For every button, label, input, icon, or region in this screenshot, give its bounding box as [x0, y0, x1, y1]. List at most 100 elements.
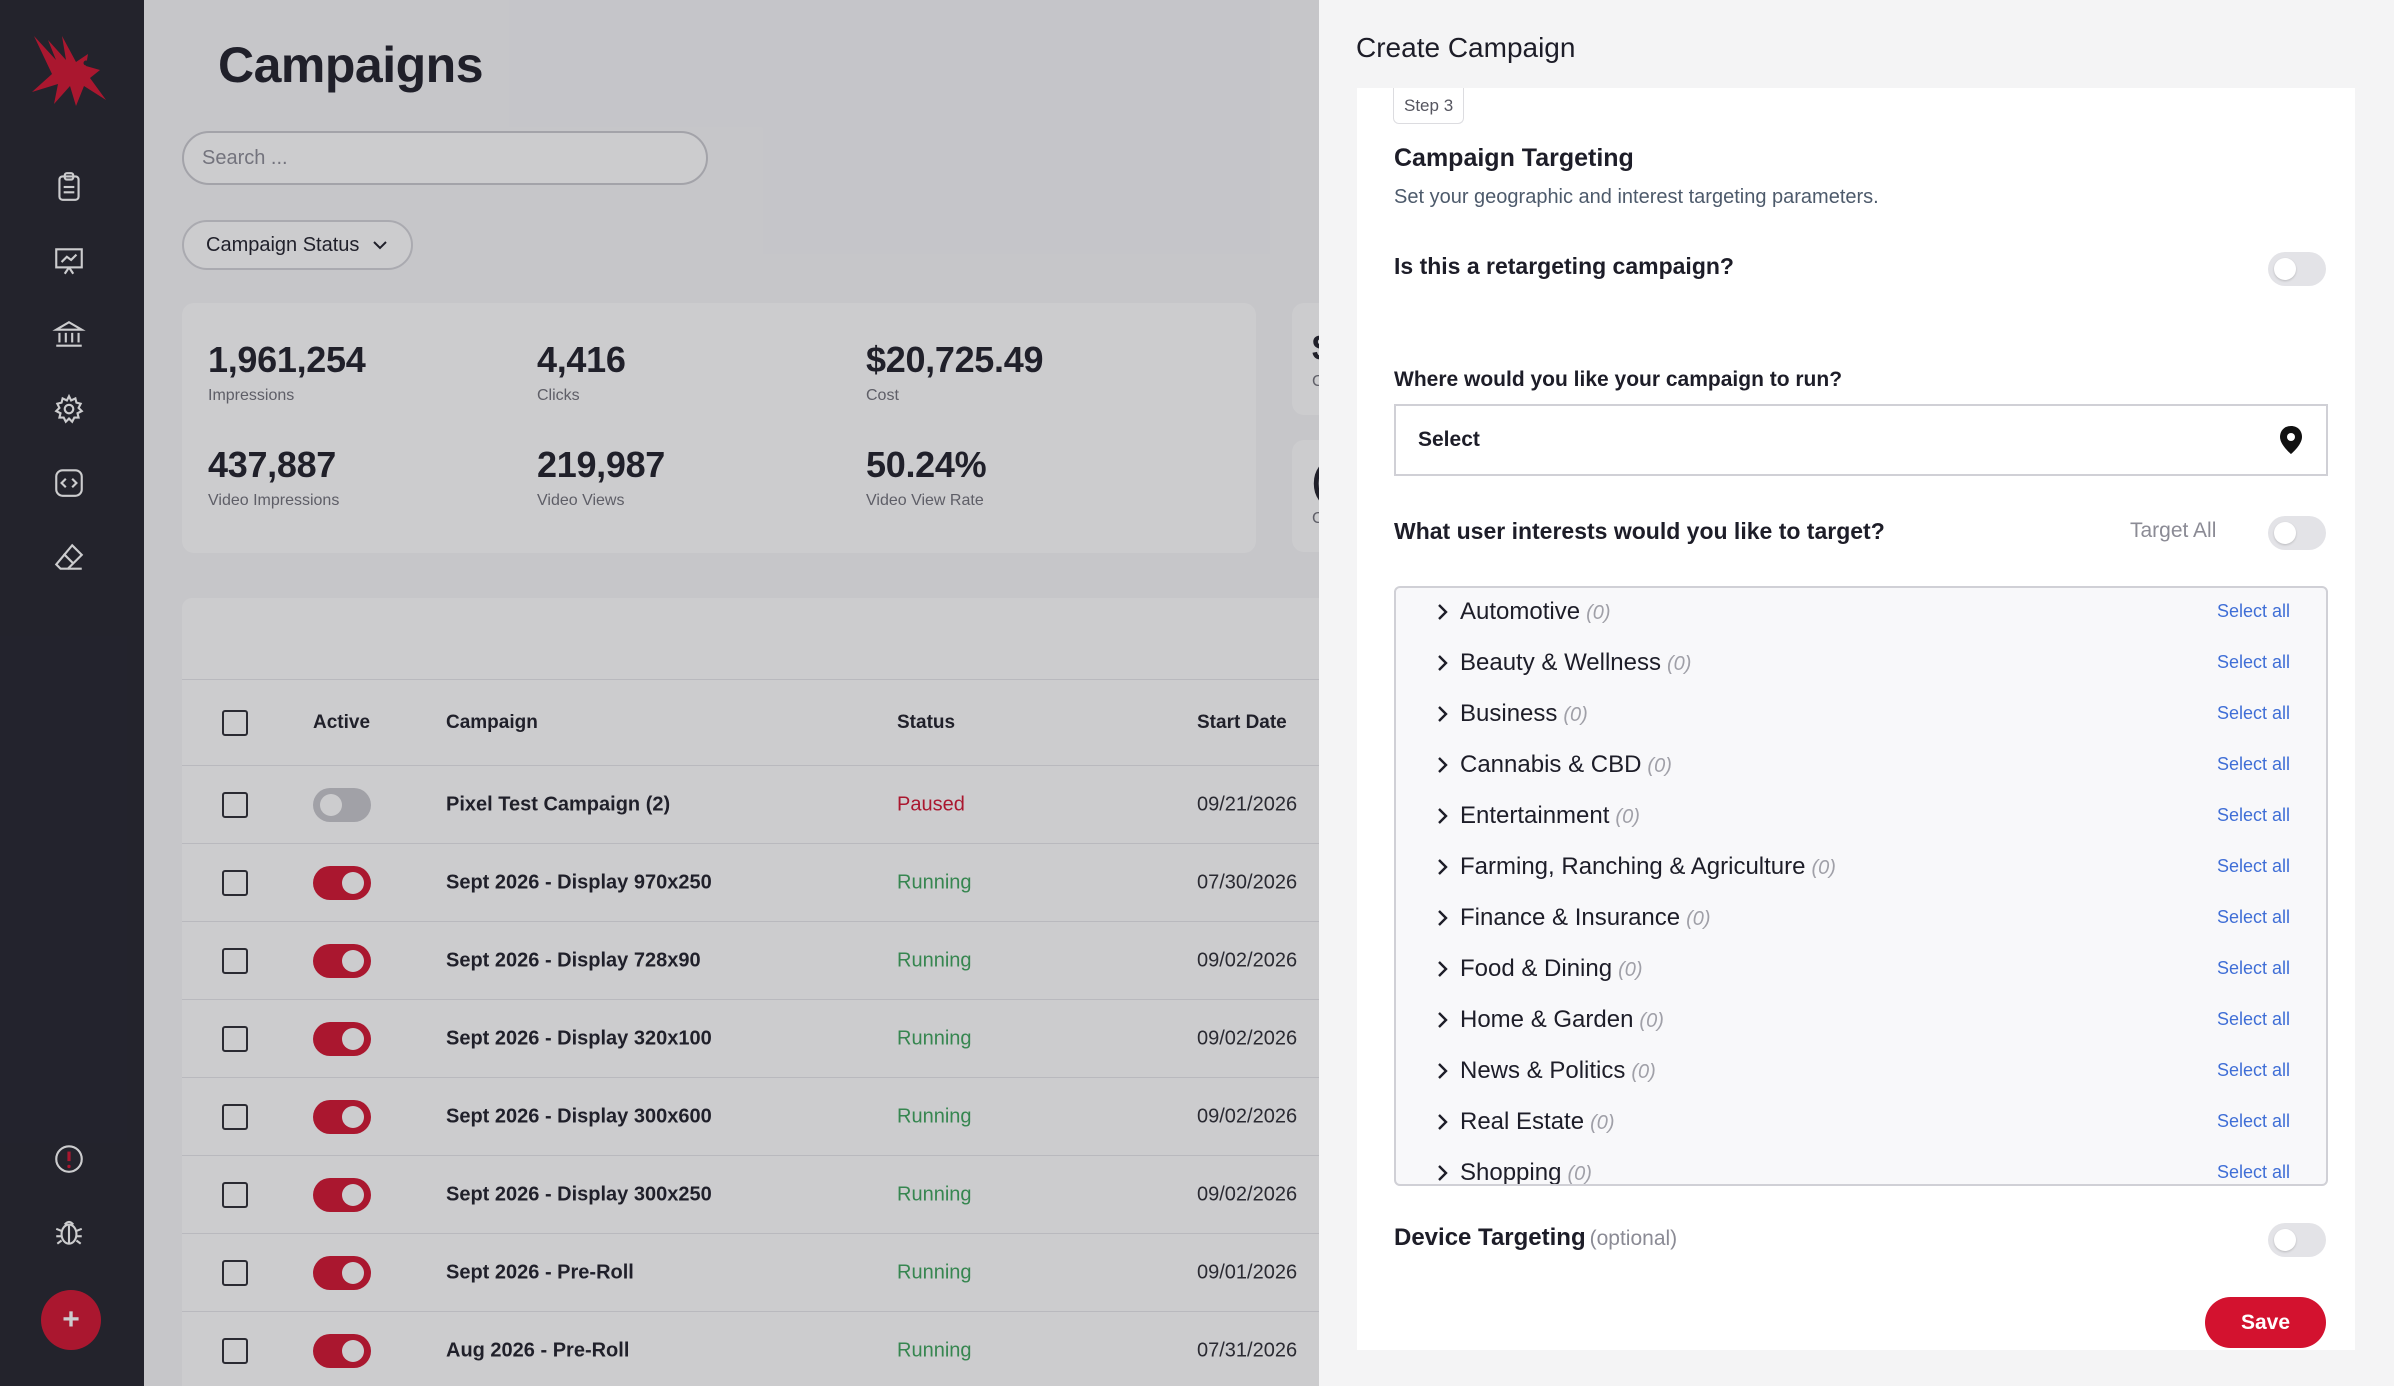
start-date: 09/02/2026 [1197, 949, 1298, 971]
campaign-name[interactable]: Sept 2026 - Display 970x250 [446, 871, 712, 894]
sidebar-item-clipboard[interactable] [50, 168, 88, 206]
chevron-right-icon[interactable] [1434, 857, 1450, 877]
search-input[interactable] [182, 131, 708, 185]
device-targeting-toggle[interactable] [2268, 1223, 2326, 1257]
active-toggle[interactable] [313, 943, 371, 978]
row-checkbox[interactable] [222, 947, 248, 974]
sidebar-item-billing[interactable] [50, 316, 88, 354]
active-toggle[interactable] [313, 1177, 371, 1212]
select-all-link[interactable]: Select all [2217, 703, 2290, 724]
drawer-title: Create Campaign [1356, 32, 1576, 63]
table-row[interactable]: Sept 2026 - Pre-Roll Running 09/01/2026 [182, 1234, 1319, 1312]
table-row[interactable]: Sept 2026 - Display 320x100 Running 09/02/… [182, 1000, 1319, 1078]
select-all-link[interactable]: Select all [2217, 601, 2290, 622]
chevron-right-icon[interactable] [1434, 1061, 1450, 1081]
table-row[interactable]: Sept 2026 - Display 970x250 Running 07/30/… [182, 844, 1319, 922]
select-all-link[interactable]: Select all [2217, 907, 2290, 928]
select-all-link[interactable]: Select all [2217, 856, 2290, 877]
retargeting-toggle[interactable] [2268, 252, 2326, 286]
select-all-link[interactable]: Select all [2217, 1060, 2290, 1081]
active-toggle[interactable] [313, 1021, 371, 1056]
interest-category[interactable]: Business (0) Select all [1396, 688, 2326, 739]
select-all-link[interactable]: Select all [2217, 1162, 2290, 1183]
interest-category[interactable]: Finance & Insurance (0) Select all [1396, 892, 2326, 943]
interest-category[interactable]: Cannabis & CBD (0) Select all [1396, 739, 2326, 790]
chevron-right-icon[interactable] [1434, 1112, 1450, 1132]
status-text: Running [897, 1339, 972, 1361]
column-header-active[interactable]: Active [313, 712, 370, 734]
select-all-link[interactable]: Select all [2217, 1111, 2290, 1132]
active-toggle[interactable] [313, 1255, 371, 1290]
active-toggle[interactable] [313, 1099, 371, 1134]
start-date: 07/31/2026 [1197, 1339, 1298, 1361]
campaign-name[interactable]: Aug 2026 - Pre-Roll [446, 1339, 629, 1362]
interest-category[interactable]: Real Estate (0) Select all [1396, 1096, 2326, 1147]
column-header-status[interactable]: Status [897, 712, 955, 734]
sidebar-item-bug-report[interactable] [50, 1213, 88, 1251]
interest-category[interactable]: Food & Dining (0) Select all [1396, 943, 2326, 994]
start-date: 07/30/2026 [1197, 871, 1298, 893]
campaign-name[interactable]: Pixel Test Campaign (2) [446, 793, 670, 816]
campaign-name[interactable]: Sept 2026 - Display 320x100 [446, 1027, 712, 1050]
row-checkbox[interactable] [222, 1259, 248, 1286]
target-all-toggle[interactable] [2268, 516, 2326, 550]
campaign-name[interactable]: Sept 2026 - Display 728x90 [446, 949, 701, 972]
chevron-right-icon[interactable] [1434, 602, 1450, 622]
row-checkbox[interactable] [222, 1181, 248, 1208]
create-button[interactable]: + [41, 1290, 101, 1350]
brand-logo[interactable] [26, 30, 112, 116]
sidebar-item-alerts[interactable] [50, 1140, 88, 1178]
chevron-right-icon[interactable] [1434, 959, 1450, 979]
retargeting-question: Is this a retargeting campaign? [1394, 253, 1734, 279]
chevron-right-icon[interactable] [1434, 1010, 1450, 1030]
row-checkbox[interactable] [222, 869, 248, 896]
save-button[interactable]: Save [2205, 1297, 2326, 1348]
select-all-checkbox[interactable] [222, 709, 248, 736]
chevron-right-icon[interactable] [1434, 755, 1450, 775]
interest-category[interactable]: News & Politics (0) Select all [1396, 1045, 2326, 1096]
interest-category[interactable]: Beauty & Wellness (0) Select all [1396, 637, 2326, 688]
select-all-link[interactable]: Select all [2217, 958, 2290, 979]
interest-category[interactable]: Shopping (0) Select all [1396, 1147, 2326, 1184]
active-toggle[interactable] [313, 1333, 371, 1368]
campaign-status-filter[interactable]: Campaign Status [182, 220, 414, 270]
column-header-start-date[interactable]: Start Date [1197, 712, 1287, 734]
active-toggle[interactable] [313, 865, 371, 900]
chevron-right-icon[interactable] [1434, 704, 1450, 724]
interest-category[interactable]: Home & Garden (0) Select all [1396, 994, 2326, 1045]
interest-category[interactable]: Automotive (0) Select all [1396, 588, 2326, 637]
sidebar-item-eraser[interactable] [50, 538, 88, 576]
campaign-name[interactable]: Sept 2026 - Display 300x250 [446, 1183, 712, 1206]
campaign-name[interactable]: Sept 2026 - Pre-Roll [446, 1261, 634, 1284]
select-all-link[interactable]: Select all [2217, 805, 2290, 826]
chevron-right-icon[interactable] [1434, 908, 1450, 928]
table-row[interactable]: Sept 2026 - Display 300x250 Running 09/02/… [182, 1156, 1319, 1234]
interest-count: (0) [1811, 856, 1836, 879]
select-all-link[interactable]: Select all [2217, 1009, 2290, 1030]
row-checkbox[interactable] [222, 1337, 248, 1364]
interest-category[interactable]: Farming, Ranching & Agriculture (0) Select… [1396, 841, 2326, 892]
table-row[interactable]: Aug 2026 - Pre-Roll Running 07/31/2026 [182, 1312, 1319, 1386]
interest-name: Automotive [1460, 597, 1581, 625]
select-all-link[interactable]: Select all [2217, 754, 2290, 775]
sidebar-item-settings[interactable] [50, 390, 88, 428]
table-row[interactable]: Sept 2026 - Display 300x600 Running 09/02/… [182, 1078, 1319, 1156]
chevron-right-icon[interactable] [1434, 653, 1450, 673]
status-text: Running [897, 1027, 972, 1049]
sidebar-item-reports[interactable] [50, 242, 88, 280]
chevron-right-icon[interactable] [1434, 1163, 1450, 1183]
row-checkbox[interactable] [222, 1025, 248, 1052]
row-checkbox[interactable] [222, 1103, 248, 1130]
interest-name-wrap: Farming, Ranching & Agriculture (0) [1460, 853, 1836, 881]
location-select[interactable]: Select [1394, 404, 2328, 476]
row-checkbox[interactable] [222, 791, 248, 818]
campaign-name[interactable]: Sept 2026 - Display 300x600 [446, 1105, 712, 1128]
table-row[interactable]: Pixel Test Campaign (2) Paused 09/21/2026 [182, 766, 1319, 844]
interest-category[interactable]: Entertainment (0) Select all [1396, 790, 2326, 841]
table-row[interactable]: Sept 2026 - Display 728x90 Running 09/02/2… [182, 922, 1319, 1000]
active-toggle[interactable] [313, 787, 371, 822]
chevron-right-icon[interactable] [1434, 806, 1450, 826]
select-all-link[interactable]: Select all [2217, 652, 2290, 673]
column-header-campaign[interactable]: Campaign [446, 712, 538, 734]
sidebar-item-code[interactable] [50, 464, 88, 502]
